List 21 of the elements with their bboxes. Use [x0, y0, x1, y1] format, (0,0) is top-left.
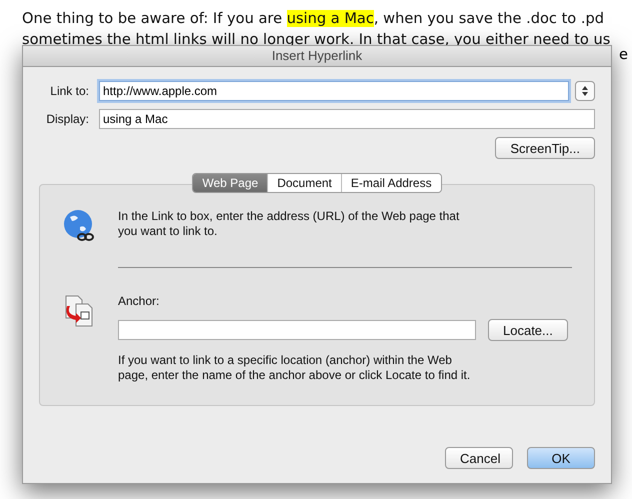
display-label: Display: [45, 112, 89, 126]
link-to-label: Link to: [49, 84, 89, 98]
display-field[interactable]: using a Mac [99, 109, 595, 129]
instructions-text: In the Link to box, enter the address (URL) of the Web page that you want to link to. [118, 209, 460, 239]
anchor-field[interactable] [118, 320, 476, 340]
document-text: One thing to be aware of: If you are using a Mac, when you save the .doc to .pd [22, 9, 606, 29]
screentip-button[interactable]: ScreenTip... [495, 137, 595, 159]
tab[interactable]: Web Page [193, 174, 268, 192]
locate-button[interactable]: Locate... [488, 319, 568, 341]
anchor-label: Anchor: [118, 294, 160, 309]
ok-button[interactable]: OK [527, 447, 595, 469]
dropdown-stepper[interactable] [575, 81, 595, 101]
tab[interactable]: E-mail Address [340, 174, 441, 192]
tab[interactable]: Document [267, 174, 341, 192]
anchor-help-text: If you want to link to a specific location (anchor) within the Web page, enter the name of the anchor above or click Locate to find it. [118, 353, 472, 383]
stepper-arrows-icon [582, 86, 588, 96]
globe-link-icon [62, 209, 96, 243]
link-to-field[interactable]: http://www.apple.com [99, 81, 569, 101]
window-title: Insert Hyperlink [23, 46, 611, 67]
cancel-button[interactable]: Cancel [445, 447, 513, 469]
document-text: e [619, 46, 628, 63]
